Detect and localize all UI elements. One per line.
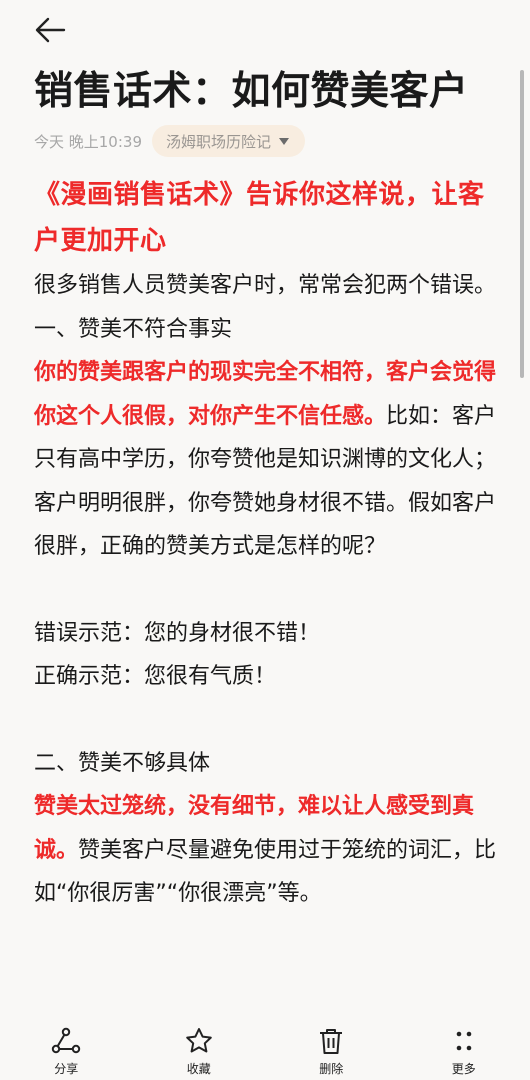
delete-label: 删除 <box>319 1062 344 1076</box>
wrong-example: 错误示范：您的身材很不错！ <box>34 620 321 646</box>
publish-time: 今天 晚上10:39 <box>34 132 142 151</box>
arrow-left-icon <box>35 17 66 43</box>
article-body: 《漫画销售话术》告诉你这样说，让客户更加开心 很多销售人员赞美客户时，常常会犯两… <box>34 172 504 916</box>
right-example: 正确示范：您很有气质！ <box>34 664 277 689</box>
caret-down-icon <box>279 137 290 145</box>
section-heading: 二、赞美不够具体 <box>34 750 211 776</box>
source-name: 汤姆职场历险记 <box>166 132 272 151</box>
body-text: 赞美客户尽量避免使用过于笼统的词汇，比如“你很厉害”“你很漂亮”等。 <box>34 837 497 907</box>
more-icon <box>456 1031 472 1051</box>
section-paragraph: 赞美太过笼统，没有细节，难以让人感受到真诚。赞美客户尽量避免使用过于笼统的词汇，… <box>34 785 504 916</box>
source-selector[interactable]: 汤姆职场历险记 <box>152 125 306 157</box>
favorite-label: 收藏 <box>186 1062 211 1076</box>
intro-paragraph: 很多销售人员赞美客户时，常常会犯两个错误。 <box>34 273 497 298</box>
trash-icon <box>320 1029 343 1054</box>
section-heading: 一、赞美不符合事实 <box>34 316 233 342</box>
star-icon <box>185 1028 212 1053</box>
section-paragraph: 你的赞美跟客户的现实完全不相符，客户会觉得你这个人很假，对你产生不信任感。比如：… <box>34 351 504 569</box>
scrollbar[interactable] <box>520 70 524 378</box>
page-title: 销售话术：如何赞美客户 <box>34 69 469 114</box>
back-button[interactable] <box>30 10 70 50</box>
article-headline: 《漫画销售话术》告诉你这样说，让客户更加开心 <box>34 180 485 256</box>
more-label: 更多 <box>451 1062 476 1076</box>
share-button[interactable]: 分享 <box>0 1018 133 1080</box>
share-label: 分享 <box>54 1062 79 1076</box>
article-meta: 今天 晚上10:39 汤姆职场历险记 <box>34 124 306 158</box>
delete-button[interactable]: 删除 <box>265 1018 398 1080</box>
bottom-toolbar: 分享 收藏 删除 更多 <box>0 1018 530 1080</box>
share-icon <box>52 1027 81 1054</box>
favorite-button[interactable]: 收藏 <box>133 1018 266 1080</box>
more-button[interactable]: 更多 <box>398 1018 530 1080</box>
